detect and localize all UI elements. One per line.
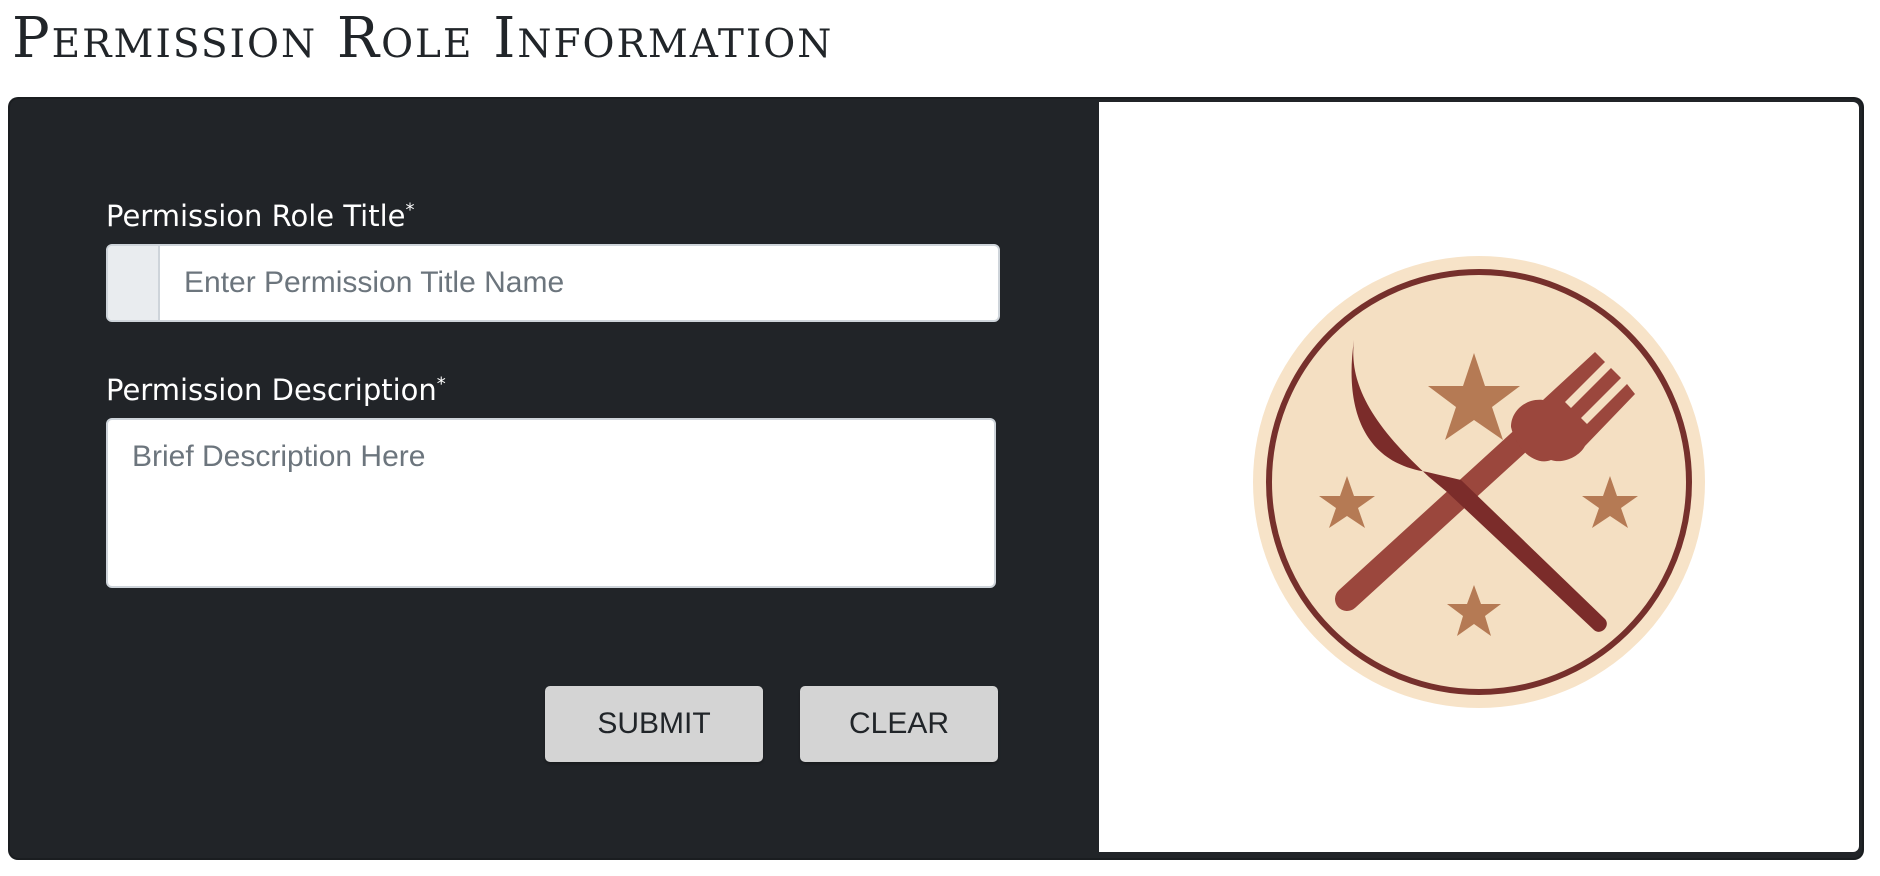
submit-button[interactable]: SUBMIT (545, 686, 763, 762)
description-label-text: Permission Description (106, 373, 437, 407)
permission-description-textarea[interactable] (106, 418, 996, 588)
permission-title-input[interactable] (160, 246, 998, 320)
logo-panel (1099, 102, 1859, 852)
required-marker: * (436, 373, 446, 395)
title-label-text: Permission Role Title (106, 199, 406, 233)
required-marker: * (405, 199, 415, 221)
title-field-label: Permission Role Title* (106, 199, 415, 233)
title-input-group (106, 244, 1000, 322)
page-title: Permission Role Information (12, 6, 834, 71)
permission-role-card: Permission Role Title* Permission Descri… (10, 99, 1862, 858)
input-prepend-addon (108, 246, 160, 320)
form-panel: Permission Role Title* Permission Descri… (10, 99, 1098, 858)
clear-button[interactable]: CLEAR (800, 686, 998, 762)
description-field-label: Permission Description* (106, 373, 446, 407)
crossed-knife-fork-stars-icon (1253, 256, 1705, 708)
